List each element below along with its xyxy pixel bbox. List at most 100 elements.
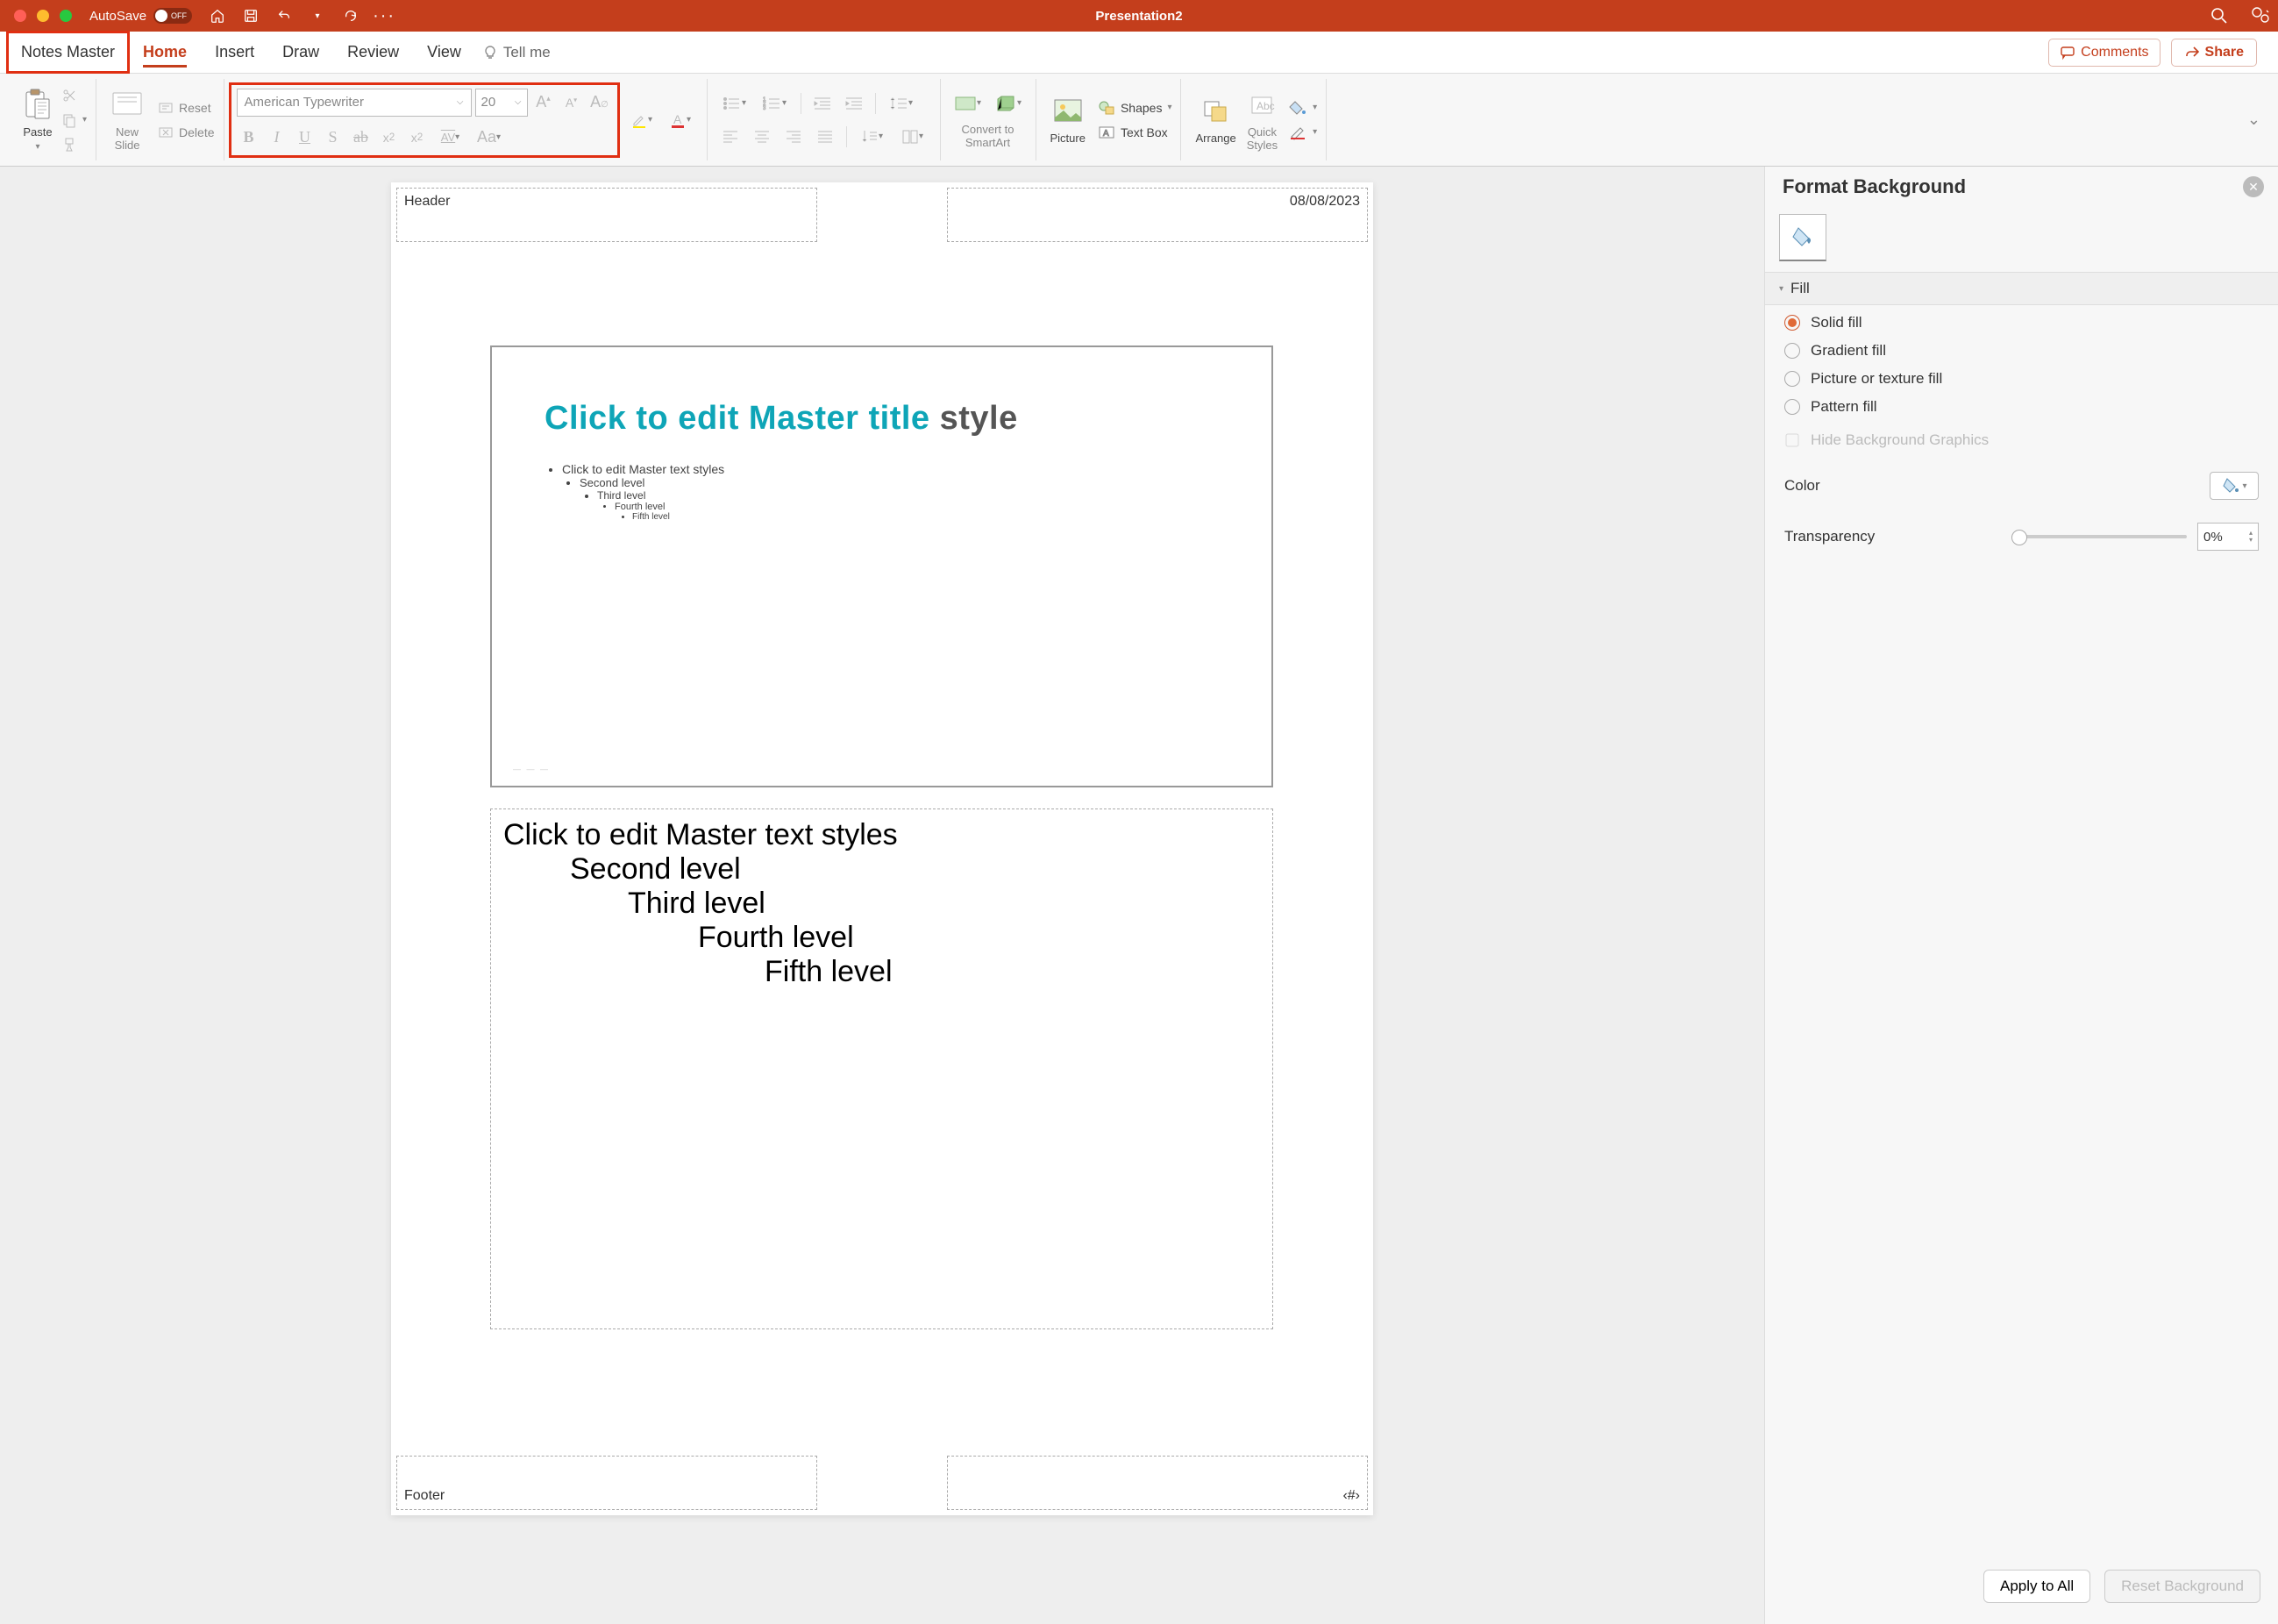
shadow-button[interactable]: S (321, 124, 345, 152)
clear-format-button[interactable]: A∅ (587, 89, 612, 117)
font-name-selector[interactable]: American Typewriter⌵ (237, 89, 472, 117)
pattern-fill-option[interactable]: Pattern fill (1784, 398, 2259, 416)
delete-button[interactable]: Delete (158, 125, 214, 140)
quick-styles-button[interactable]: Abc Quick Styles (1242, 87, 1283, 153)
date-placeholder[interactable]: 08/08/2023 (947, 188, 1368, 242)
text-direction-button[interactable]: ▾ (854, 125, 891, 149)
share-button[interactable]: Share (2171, 39, 2257, 67)
window-controls[interactable] (14, 10, 72, 22)
minimize-window-icon[interactable] (37, 10, 49, 22)
collapse-ribbon-icon[interactable]: ⌄ (2247, 110, 2260, 129)
tab-draw[interactable]: Draw (268, 32, 333, 73)
undo-dropdown-icon[interactable]: ▾ (310, 8, 325, 24)
italic-button[interactable]: I (265, 124, 289, 152)
tab-review[interactable]: Review (333, 32, 413, 73)
notes-placeholder[interactable]: Click to edit Master text styles Second … (490, 808, 1273, 1329)
bullet-5: Fifth level (632, 512, 670, 522)
spinner-icon[interactable]: ▴▾ (2249, 530, 2253, 544)
color-picker-button[interactable]: ▾ (2210, 472, 2259, 500)
chevron-down-icon: ▾ (1313, 127, 1317, 137)
align-center-button[interactable] (748, 125, 776, 149)
shape-style1-button[interactable]: ▾ (950, 91, 986, 116)
char-spacing-button[interactable]: AV▾ (433, 124, 468, 152)
bold-button[interactable]: B (237, 124, 261, 152)
reset-button[interactable]: Reset (158, 100, 214, 116)
close-panel-button[interactable]: ✕ (2243, 176, 2264, 197)
transparency-slider[interactable] (2011, 535, 2187, 538)
picture-fill-option[interactable]: Picture or texture fill (1784, 370, 2259, 388)
textbox-button[interactable]: AText Box (1098, 125, 1172, 140)
highlight-button[interactable]: ▾ (624, 106, 659, 134)
tab-home[interactable]: Home (129, 32, 201, 73)
font-size-selector[interactable]: 20⌵ (475, 89, 528, 117)
account-icon[interactable] (2250, 5, 2271, 26)
share-label: Share (2205, 45, 2244, 61)
solid-fill-option[interactable]: Solid fill (1784, 314, 2259, 331)
tell-me-button[interactable]: Tell me (482, 44, 551, 61)
change-case-button[interactable]: Aa▾ (472, 124, 507, 152)
fill-options: Solid fill Gradient fill Picture or text… (1765, 305, 2278, 559)
tab-insert[interactable]: Insert (201, 32, 268, 73)
shape-outline-button[interactable]: ▾ (1288, 125, 1317, 140)
decrease-indent-button[interactable] (808, 91, 836, 116)
tab-notes-master[interactable]: Notes Master (7, 32, 129, 73)
increase-indent-button[interactable] (840, 91, 868, 116)
autosave-toggle[interactable]: AutoSave OFF (89, 8, 192, 24)
header-placeholder[interactable]: Header (396, 188, 817, 242)
page-number-placeholder[interactable]: ‹#› (947, 1456, 1368, 1510)
copy-button[interactable]: ▾ (61, 112, 87, 128)
home-icon[interactable] (210, 8, 225, 24)
numbering-button[interactable]: 123▾ (757, 91, 794, 116)
tab-label: Notes Master (21, 43, 115, 61)
underline-button[interactable]: U (293, 124, 317, 152)
subscript-button[interactable]: x2 (405, 124, 430, 152)
shape-fill-button[interactable]: ▾ (1288, 100, 1317, 116)
tab-view[interactable]: View (413, 32, 475, 73)
arrange-button[interactable]: Arrange (1190, 93, 1241, 146)
slide-thumbnail[interactable]: Click to edit Master title style Click t… (490, 345, 1273, 787)
gradient-fill-option[interactable]: Gradient fill (1784, 342, 2259, 360)
fill-tab[interactable] (1779, 214, 1826, 261)
more-icon[interactable]: ··· (376, 8, 392, 24)
tab-label: Home (143, 43, 187, 61)
fill-section[interactable]: ▾Fill (1765, 272, 2278, 305)
comments-button[interactable]: Comments (2048, 39, 2160, 67)
shrink-font-button[interactable]: A▾ (559, 89, 584, 117)
new-slide-button[interactable]: New Slide (105, 87, 149, 153)
save-icon[interactable] (243, 8, 259, 24)
line-spacing-button[interactable]: ▾ (883, 91, 920, 116)
line-spacing-icon (889, 96, 908, 111)
apply-all-button[interactable]: Apply to All (1983, 1570, 2090, 1603)
autosave-switch[interactable]: OFF (153, 8, 192, 24)
convert-smartart-button[interactable]: Convert to SmartArt (962, 123, 1014, 149)
maximize-window-icon[interactable] (60, 10, 72, 22)
format-painter-button[interactable] (61, 137, 87, 153)
transparency-input[interactable]: 0%▴▾ (2197, 523, 2259, 551)
picture-button[interactable]: Picture (1045, 93, 1091, 146)
chevron-down-icon: ▾ (2242, 481, 2246, 491)
bullets-button[interactable]: ▾ (716, 91, 753, 116)
search-icon[interactable] (2210, 6, 2229, 25)
chevron-down-icon: ▾ (1779, 284, 1783, 294)
cut-button[interactable] (61, 88, 87, 103)
titlebar: AutoSave OFF ▾ ··· Presentation2 (0, 0, 2278, 32)
shape-style2-button[interactable]: ▾ (990, 91, 1027, 116)
justify-button[interactable] (811, 125, 839, 149)
redo-icon[interactable] (343, 8, 359, 24)
grow-font-button[interactable]: A▴ (531, 89, 556, 117)
canvas-area[interactable]: Header 08/08/2023 Click to edit Master t… (0, 167, 1764, 1624)
strikethrough-button[interactable]: ab (349, 124, 374, 152)
close-window-icon[interactable] (14, 10, 26, 22)
notes-page[interactable]: Header 08/08/2023 Click to edit Master t… (391, 182, 1373, 1515)
columns-button[interactable]: ▾ (894, 125, 931, 149)
align-right-button[interactable] (780, 125, 808, 149)
font-color-button[interactable]: A▾ (663, 106, 698, 134)
superscript-button[interactable]: x2 (377, 124, 402, 152)
undo-icon[interactable] (276, 8, 292, 24)
copy-icon (61, 112, 77, 128)
align-left-button[interactable] (716, 125, 744, 149)
footer-placeholder[interactable]: Footer (396, 1456, 817, 1510)
notes-level-5: Fifth level (503, 955, 1260, 989)
shapes-button[interactable]: Shapes▾ (1098, 100, 1172, 116)
paste-button[interactable]: Paste ▾ (18, 87, 58, 153)
